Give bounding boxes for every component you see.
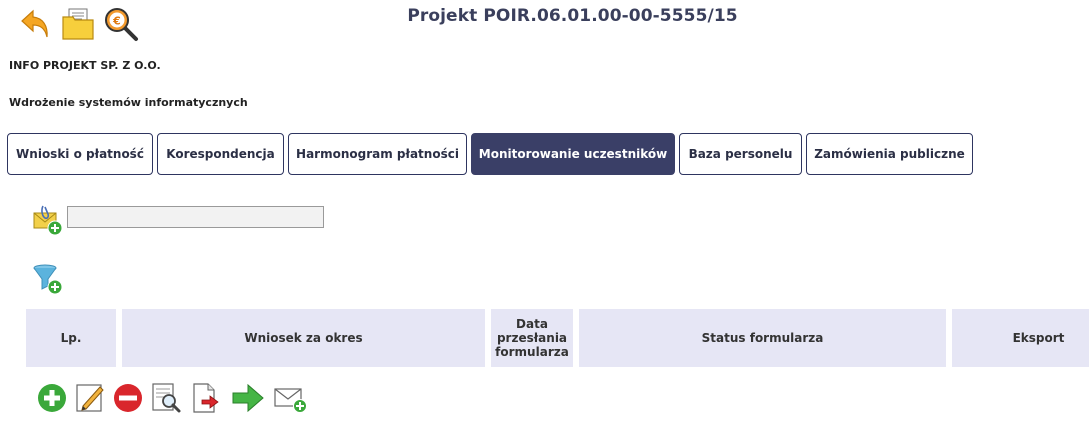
page-title: Projekt POIR.06.01.00-00-5555/15	[407, 6, 738, 26]
tab-baza-personelu[interactable]: Baza personelu	[679, 133, 802, 175]
tab-harmonogram-platnosci[interactable]: Harmonogram płatności	[288, 133, 467, 175]
tab-zamowienia-publiczne[interactable]: Zamówienia publiczne	[806, 133, 973, 175]
preview-icon[interactable]	[150, 382, 182, 414]
column-header-wniosek-za-okres[interactable]: Wniosek za okres	[122, 309, 485, 367]
table-header: Lp. Wniosek za okres Data przesłania for…	[0, 309, 1089, 367]
edit-icon[interactable]	[74, 382, 106, 414]
project-name: Wdrożenie systemów informatycznych	[9, 96, 248, 109]
column-header-data-przeslania[interactable]: Data przesłania formularza	[491, 309, 573, 367]
column-header-status-formularza[interactable]: Status formularza	[579, 309, 946, 367]
message-add-icon[interactable]	[32, 204, 64, 236]
column-header-eksport[interactable]: Eksport	[952, 309, 1089, 367]
tab-monitorowanie-uczestnikow[interactable]: Monitorowanie uczestników	[471, 133, 675, 175]
add-icon[interactable]	[36, 382, 68, 414]
organization-name: INFO PROJEKT SP. Z O.O.	[9, 59, 161, 72]
filter-add-icon[interactable]	[32, 263, 64, 295]
export-icon[interactable]	[190, 382, 222, 414]
column-header-lp[interactable]: Lp.	[26, 309, 116, 367]
tab-wnioski-o-platnosc[interactable]: Wnioski o płatność	[7, 133, 153, 175]
delete-icon[interactable]	[112, 382, 144, 414]
search-input[interactable]	[67, 206, 324, 228]
tab-korespondencja[interactable]: Korespondencja	[157, 133, 284, 175]
message-add-icon[interactable]	[273, 382, 309, 414]
send-arrow-icon[interactable]	[231, 382, 264, 414]
